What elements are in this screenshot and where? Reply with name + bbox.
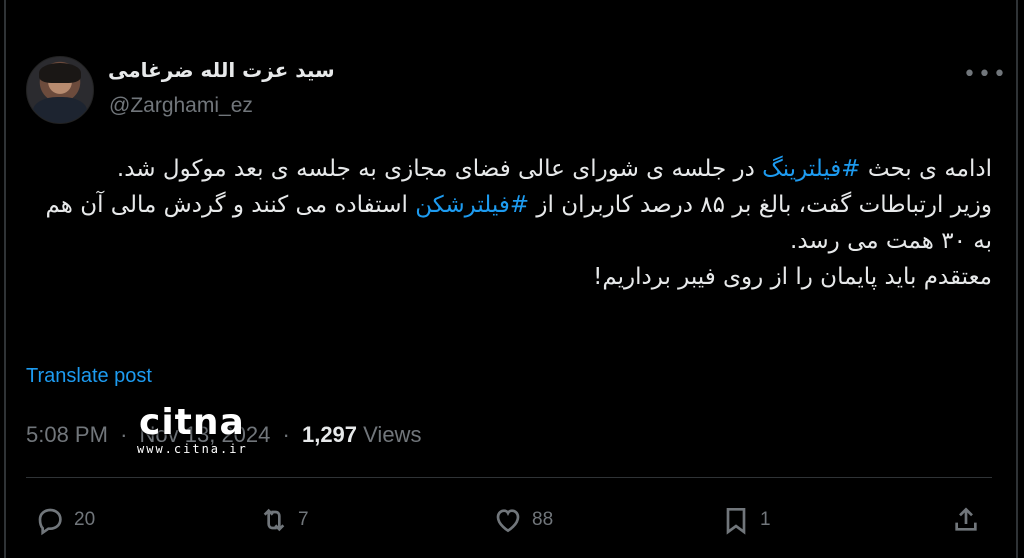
bookmark-count: 1 — [760, 509, 771, 530]
retweet-button[interactable]: 7 — [258, 502, 309, 538]
translate-post-link[interactable]: Translate post — [26, 365, 152, 388]
author-display-name[interactable]: سید عزت الله ضرغامی — [108, 58, 335, 82]
reply-count: 20 — [74, 509, 96, 530]
hashtag-link-vpn[interactable]: #فیلترشکن — [415, 192, 529, 218]
meta-separator: · — [282, 422, 290, 447]
right-border — [1016, 0, 1018, 558]
like-count: 88 — [532, 509, 554, 530]
hashtag-link-filtering[interactable]: #فیلترینگ — [762, 156, 860, 182]
citna-watermark: citna www.citna.ir — [137, 402, 257, 462]
like-button[interactable]: 88 — [492, 502, 553, 538]
like-icon — [496, 509, 520, 533]
watermark-logo: citna — [139, 402, 245, 443]
tweet-paragraph-2: وزیر ارتباطات گفت، بالغ بر ۸۵ درصد کاربر… — [36, 187, 992, 259]
watermark-url: www.citna.ir — [137, 442, 248, 456]
tweet-text-segment: وزیر ارتباطات گفت، بالغ بر ۸۵ درصد کاربر… — [529, 192, 992, 218]
tweet-text: ادامه ی بحث #فیلترینگ در جلسه ی شورای عا… — [36, 151, 992, 295]
tweet-paragraph-1: ادامه ی بحث #فیلترینگ در جلسه ی شورای عا… — [36, 151, 992, 187]
reply-icon — [38, 508, 62, 536]
bookmark-button[interactable]: 1 — [720, 502, 771, 538]
author-handle[interactable]: @Zarghami_ez — [109, 94, 253, 118]
tweet-text-segment: ادامه ی بحث — [860, 156, 992, 182]
share-icon — [955, 507, 977, 531]
avatar[interactable] — [26, 56, 94, 124]
bookmark-icon — [726, 508, 746, 535]
left-border — [4, 0, 6, 558]
meta-separator: · — [120, 422, 128, 447]
more-icon[interactable]: ••• — [963, 64, 1008, 86]
retweet-icon — [263, 508, 285, 532]
reply-button[interactable]: 20 — [34, 502, 95, 538]
post-time[interactable]: 5:08 PM — [26, 422, 108, 447]
views-label: Views — [363, 422, 422, 447]
share-button[interactable] — [950, 502, 982, 538]
actions-divider — [26, 477, 992, 478]
retweet-count: 7 — [298, 509, 309, 530]
views-count[interactable]: 1,297 — [302, 422, 357, 447]
tweet-paragraph-3: معتقدم باید پایمان را از روی فیبر برداری… — [593, 264, 992, 290]
tweet-text-segment: در جلسه ی شورای عالی فضای مجازی به جلسه … — [116, 156, 763, 182]
